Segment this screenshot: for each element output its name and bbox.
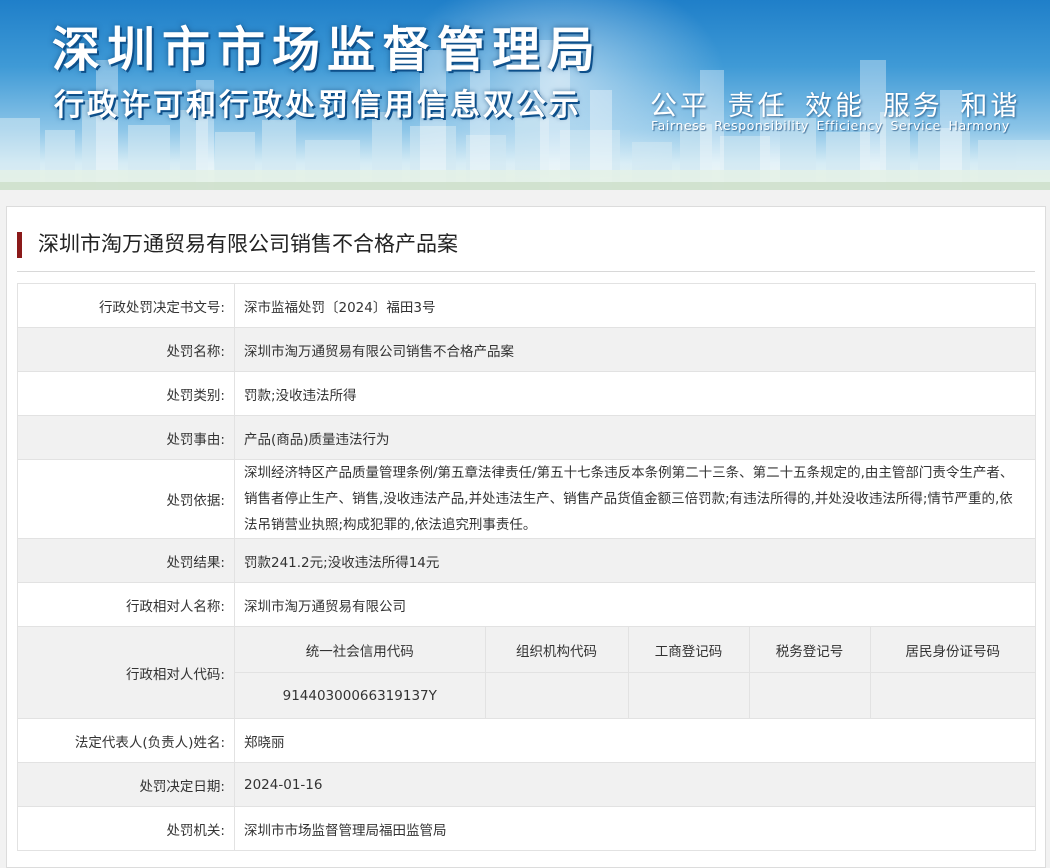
table-row: 行政处罚决定书文号: 深市监福处罚〔2024〕福田3号 — [17, 283, 1036, 328]
codes-cell: 统一社会信用代码 组织机构代码 工商登记码 税务登记号 居民身份证号码 9144… — [234, 626, 1036, 719]
codes-header-row: 统一社会信用代码 组织机构代码 工商登记码 税务登记号 居民身份证号码 — [235, 627, 1035, 673]
code-value-id-number — [869, 672, 1035, 718]
codes-subtable: 统一社会信用代码 组织机构代码 工商登记码 税务登记号 居民身份证号码 9144… — [235, 627, 1035, 718]
field-label-penalty-authority: 处罚机关: — [17, 806, 235, 851]
banner-subtitle: 行政许可和行政处罚信用信息双公示 — [54, 88, 582, 123]
field-label-counterparty-name: 行政相对人名称: — [17, 582, 235, 627]
table-row: 处罚决定日期: 2024-01-16 — [17, 762, 1036, 807]
field-value-decision-number: 深市监福处罚〔2024〕福田3号 — [234, 283, 1036, 328]
field-value-decision-date: 2024-01-16 — [234, 762, 1036, 807]
case-title-header: 深圳市淘万通贸易有限公司销售不合格产品案 — [17, 225, 1035, 272]
table-row: 处罚依据: 深圳经济特区产品质量管理条例/第五章法律责任/第五十七条违反本条例第… — [17, 459, 1036, 539]
table-row: 处罚类别: 罚款;没收违法所得 — [17, 371, 1036, 416]
code-value-credit-code: 91440300066319137Y — [235, 672, 485, 718]
code-value-org-code — [484, 672, 628, 718]
table-row: 处罚名称: 深圳市淘万通贸易有限公司销售不合格产品案 — [17, 327, 1036, 372]
table-row: 行政相对人代码: 统一社会信用代码 组织机构代码 工商登记码 税务登记号 居民身… — [17, 626, 1036, 719]
field-value-legal-representative: 郑晓丽 — [234, 718, 1036, 763]
field-value-legal-basis: 深圳经济特区产品质量管理条例/第五章法律责任/第五十七条违反本条例第二十三条、第… — [234, 459, 1036, 539]
field-value-penalty-authority: 深圳市市场监督管理局福田监管局 — [234, 806, 1036, 851]
case-title: 深圳市淘万通贸易有限公司销售不合格产品案 — [38, 232, 458, 256]
code-header-org-code: 组织机构代码 — [484, 627, 628, 673]
field-value-penalty-result: 罚款241.2元;没收违法所得14元 — [234, 538, 1036, 583]
header-banner: 深圳市市场监督管理局 行政许可和行政处罚信用信息双公示 公平 责任 效能 服务 … — [0, 0, 1050, 190]
table-row: 处罚机关: 深圳市市场监督管理局福田监管局 — [17, 806, 1036, 851]
code-header-business-reg: 工商登记码 — [627, 627, 749, 673]
field-value-counterparty-name: 深圳市淘万通贸易有限公司 — [234, 582, 1036, 627]
table-row: 处罚结果: 罚款241.2元;没收违法所得14元 — [17, 538, 1036, 583]
banner-title: 深圳市市场监督管理局 — [52, 22, 603, 78]
field-label-decision-number: 行政处罚决定书文号: — [17, 283, 235, 328]
field-label-legal-representative: 法定代表人(负责人)姓名: — [17, 718, 235, 763]
field-label-penalty-name: 处罚名称: — [17, 327, 235, 372]
title-accent-bar — [17, 232, 22, 258]
field-label-counterparty-code: 行政相对人代码: — [17, 626, 235, 719]
banner-slogan-english: Fairness Responsibility Efficiency Servi… — [651, 118, 1010, 133]
code-header-credit-code: 统一社会信用代码 — [235, 627, 485, 673]
field-label-decision-date: 处罚决定日期: — [17, 762, 235, 807]
field-label-penalty-category: 处罚类别: — [17, 371, 235, 416]
penalty-info-table: 行政处罚决定书文号: 深市监福处罚〔2024〕福田3号 处罚名称: 深圳市淘万通… — [17, 283, 1036, 851]
table-row: 法定代表人(负责人)姓名: 郑晓丽 — [17, 718, 1036, 763]
field-value-penalty-reason: 产品(商品)质量违法行为 — [234, 415, 1036, 460]
code-value-tax-reg — [748, 672, 870, 718]
field-label-legal-basis: 处罚依据: — [17, 459, 235, 539]
field-value-penalty-category: 罚款;没收违法所得 — [234, 371, 1036, 416]
code-header-id-number: 居民身份证号码 — [869, 627, 1035, 673]
codes-value-row: 91440300066319137Y — [235, 672, 1035, 718]
field-value-penalty-name: 深圳市淘万通贸易有限公司销售不合格产品案 — [234, 327, 1036, 372]
code-value-business-reg — [627, 672, 749, 718]
table-row: 行政相对人名称: 深圳市淘万通贸易有限公司 — [17, 582, 1036, 627]
content-panel: 深圳市淘万通贸易有限公司销售不合格产品案 行政处罚决定书文号: 深市监福处罚〔2… — [6, 206, 1046, 868]
table-row: 处罚事由: 产品(商品)质量违法行为 — [17, 415, 1036, 460]
code-header-tax-reg: 税务登记号 — [748, 627, 870, 673]
field-label-penalty-reason: 处罚事由: — [17, 415, 235, 460]
field-label-penalty-result: 处罚结果: — [17, 538, 235, 583]
